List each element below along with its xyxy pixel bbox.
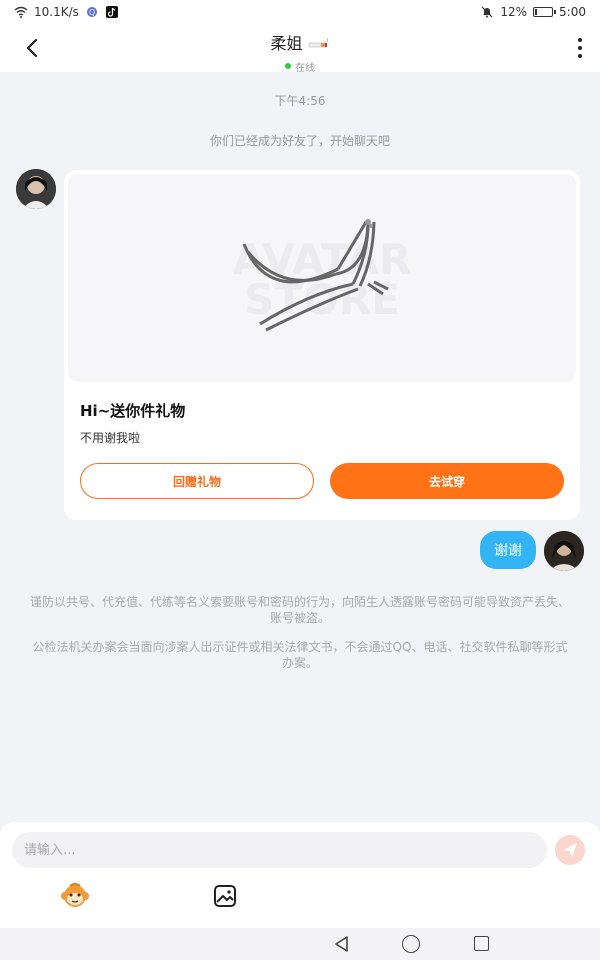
- avatar-image: [544, 531, 584, 571]
- more-options-button[interactable]: [576, 38, 584, 58]
- online-dot: [285, 63, 291, 69]
- return-gift-button[interactable]: 回赠礼物: [80, 463, 314, 499]
- status-bar: 10.1K/s Q 12% 5:00: [0, 0, 600, 24]
- my-avatar[interactable]: [544, 531, 584, 571]
- my-message-bubble[interactable]: 谢谢: [480, 531, 536, 569]
- send-icon: [563, 843, 577, 857]
- send-button[interactable]: [555, 835, 585, 865]
- message-input[interactable]: [12, 832, 547, 868]
- try-on-button[interactable]: 去试穿: [330, 463, 564, 499]
- gift-title: Hi~送你件礼物: [80, 402, 186, 420]
- status-right: 12% 5:00: [480, 5, 586, 19]
- image-icon: [214, 885, 236, 907]
- nav-home-icon[interactable]: [402, 935, 420, 953]
- clock: 5:00: [559, 5, 586, 19]
- security-notice: 谨防以共号、代充值、代练等名义索要账号和密码的行为，向陌生人透露账号密码可能导致…: [29, 595, 570, 625]
- input-area: [0, 822, 600, 928]
- more-dot: [578, 54, 582, 58]
- battery-icon: [533, 7, 557, 17]
- mute-bell-icon: [481, 6, 493, 18]
- svg-text:Q: Q: [89, 8, 95, 17]
- nav-back-icon[interactable]: [333, 935, 351, 953]
- gift-card[interactable]: AVATAR STORE Hi~送你件礼物 不用谢我啦 回赠礼物 去试穿: [64, 170, 580, 520]
- wifi-icon: [14, 6, 28, 18]
- chain-necklace-illustration: AVATAR STORE: [233, 219, 411, 332]
- online-status-text: 在线: [295, 62, 315, 74]
- battery-fill: [535, 9, 538, 15]
- more-dot: [578, 46, 582, 50]
- cigarette-emoji-icon: [308, 37, 328, 48]
- image-picker-button[interactable]: [213, 884, 237, 908]
- contact-avatar[interactable]: [16, 169, 56, 209]
- chat-header: 柔姐 在线: [0, 24, 600, 74]
- status-left: 10.1K/s Q: [14, 5, 119, 19]
- system-message: 你们已经成为好友了，开始聊天吧: [209, 134, 390, 148]
- tiktok-icon: [105, 6, 118, 18]
- monkey-face-icon: [61, 883, 89, 907]
- battery-percent: 12%: [500, 5, 528, 19]
- title-block: 柔姐 在线: [0, 30, 600, 74]
- online-status: 在线: [285, 59, 315, 74]
- network-speed: 10.1K/s: [34, 5, 79, 19]
- gift-image: AVATAR STORE: [68, 174, 576, 382]
- sticker-button[interactable]: [60, 882, 90, 910]
- app-notification-icon: Q: [86, 7, 97, 17]
- contact-name-text: 柔姐: [270, 34, 303, 53]
- contact-name: 柔姐: [0, 30, 600, 54]
- gift-subtitle: 不用谢我啦: [80, 431, 141, 445]
- police-notice: 公检法机关办案会当面向涉案人出示证件或相关法律文书，不会通过QQ、电话、社交软件…: [32, 640, 568, 670]
- more-dot: [578, 38, 582, 42]
- avatar-image: [16, 169, 56, 209]
- message-timestamp: 下午4:56: [274, 94, 326, 108]
- nav-recents-icon[interactable]: [474, 936, 489, 951]
- system-nav-bar: [0, 928, 600, 960]
